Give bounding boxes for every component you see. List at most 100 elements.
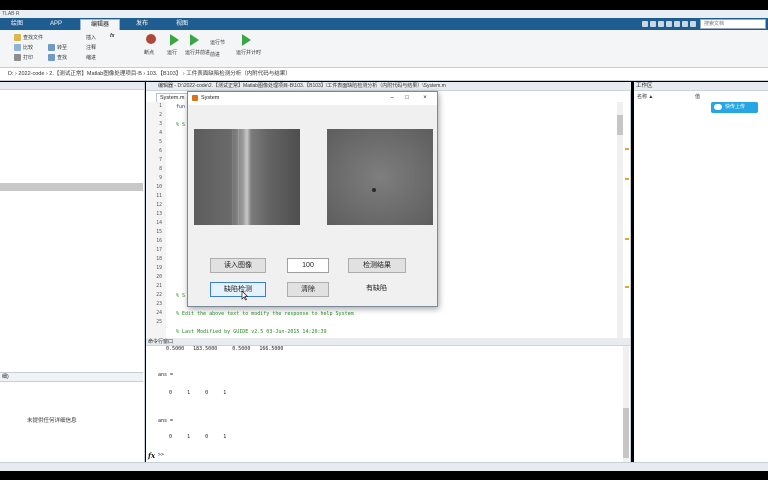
current-folder-panel: 细) 未提供任何详细信息 <box>0 82 145 462</box>
output-line: 0 1 0 1 <box>154 390 227 396</box>
breakpoints-button[interactable]: 断点 <box>144 49 154 56</box>
compare-icon <box>14 44 21 51</box>
line-number: 16 <box>156 239 162 244</box>
original-image-axes <box>194 129 300 225</box>
line-number: 13 <box>156 212 162 217</box>
breakpoints-icon <box>146 34 156 44</box>
find-files-icon <box>14 34 21 41</box>
cloud-icon <box>714 104 722 110</box>
command-scroll-thumb[interactable] <box>623 408 629 458</box>
output-line: 0.5000 183.5000 0.5000 166.5000 <box>154 346 284 352</box>
advance-button[interactable]: 前进 <box>210 51 220 58</box>
result-image <box>327 129 433 225</box>
detection-result-button[interactable]: 检测结果 <box>348 258 406 273</box>
line-number: 14 <box>156 221 162 226</box>
line-number-gutter: 1 2 3 4 5 6 7 8 9 10 11 12 13 14 15 16 1… <box>146 102 166 338</box>
paste-icon[interactable] <box>666 21 672 27</box>
cut-icon[interactable] <box>650 21 656 27</box>
current-folder-bar[interactable]: D: › 2022-code › 2.【测试正常】Matlab图像处理项目-B … <box>0 68 768 81</box>
code-line: fun <box>176 104 186 110</box>
print-button[interactable]: 打印 <box>23 54 33 61</box>
minimize-icon[interactable]: – <box>387 94 397 103</box>
analyzer-mark[interactable] <box>625 238 629 240</box>
command-prompt[interactable]: >> <box>158 452 164 458</box>
find-icon <box>48 54 55 61</box>
code-line: % S <box>176 293 186 299</box>
run-advance-button[interactable]: 运行并前进 <box>185 49 210 56</box>
defect-detection-button[interactable]: 缺陷检测 <box>210 282 266 297</box>
line-number: 2 <box>159 113 162 118</box>
output-line: ans = <box>158 372 174 378</box>
search-documentation-input[interactable]: 搜索文档 <box>700 19 766 29</box>
details-header[interactable]: 细) <box>0 372 143 382</box>
line-number: 12 <box>156 203 162 208</box>
details-note: 未提供任何详细信息 <box>27 418 77 424</box>
insert-button[interactable]: 插入 <box>86 34 96 41</box>
line-number: 22 <box>156 293 162 298</box>
line-number: 9 <box>159 176 162 181</box>
quick-upload-button[interactable]: 快传上传 <box>711 102 758 113</box>
undo-icon[interactable] <box>674 21 680 27</box>
tab-plots[interactable]: 绘图 <box>2 19 32 30</box>
find-files-button[interactable]: 查找文件 <box>23 34 43 41</box>
tab-editor[interactable]: 编辑器 <box>80 19 120 30</box>
analyzer-mark[interactable] <box>625 148 629 150</box>
system-gui-window: System – □ × 读入图像 100 检测结果 缺陷检测 清除 有缺陷 <box>187 91 438 307</box>
indent-button[interactable]: 缩进 <box>86 54 96 61</box>
line-number: 25 <box>156 320 162 325</box>
original-image <box>194 129 300 225</box>
run-section-button[interactable]: 运行节 <box>210 39 225 46</box>
folder-header <box>0 82 144 90</box>
redo-icon[interactable] <box>682 21 688 27</box>
fx-icon[interactable]: fx <box>110 33 114 39</box>
workspace-col-value[interactable]: 值 <box>695 93 700 100</box>
compare-button[interactable]: 比较 <box>23 44 33 51</box>
line-number: 23 <box>156 302 162 307</box>
tab-view[interactable]: 视图 <box>164 19 200 30</box>
workspace-col-name[interactable]: 名称 ▲ <box>637 93 653 100</box>
editor-scroll-thumb[interactable] <box>617 115 623 135</box>
result-text: 有缺陷 <box>366 285 387 292</box>
output-line: ans = <box>158 418 174 424</box>
comment-button[interactable]: 注释 <box>86 44 96 51</box>
maximize-icon[interactable]: □ <box>402 94 412 103</box>
run-icon <box>170 34 179 46</box>
result-image-axes <box>327 129 433 225</box>
threshold-input[interactable]: 100 <box>287 258 329 273</box>
dialog-title: System <box>188 92 437 105</box>
save-icon[interactable] <box>642 21 648 27</box>
print-icon <box>14 54 21 61</box>
clear-button[interactable]: 清除 <box>287 282 329 297</box>
run-time-icon <box>242 34 251 46</box>
run-button[interactable]: 运行 <box>167 49 177 56</box>
tab-publish[interactable]: 发布 <box>124 19 160 30</box>
workspace-title: 工作区 <box>634 82 768 91</box>
line-number: 17 <box>156 248 162 253</box>
editor-scrollbar[interactable] <box>617 102 623 338</box>
analyzer-mark[interactable] <box>625 178 629 180</box>
line-number: 5 <box>159 140 162 145</box>
line-number: 7 <box>159 158 162 163</box>
line-number: 4 <box>159 131 162 136</box>
find-button[interactable]: 查找 <box>57 54 67 61</box>
mouse-cursor-icon <box>241 291 249 301</box>
run-advance-icon <box>190 34 199 46</box>
close-icon[interactable]: × <box>420 94 430 103</box>
line-number: 20 <box>156 275 162 280</box>
command-window-title: 命令行窗口 <box>146 338 630 346</box>
analyzer-mark[interactable] <box>625 286 629 288</box>
run-time-button[interactable]: 运行并计时 <box>236 49 261 56</box>
read-image-button[interactable]: 读入图像 <box>210 258 266 273</box>
command-window[interactable]: 命令行窗口 0.5000 183.5000 0.5000 166.5000 an… <box>146 338 631 462</box>
status-bar <box>0 462 768 471</box>
line-number: 24 <box>156 311 162 316</box>
editor-title: 编辑器 - D:\2022-code\2.【测试正常】Matlab图像处理项目-… <box>146 82 631 91</box>
line-number: 10 <box>156 185 162 190</box>
goto-icon <box>48 44 55 51</box>
help-icon[interactable] <box>690 21 696 27</box>
matlab-figure-icon <box>192 95 198 101</box>
copy-icon[interactable] <box>658 21 664 27</box>
selected-file-row[interactable] <box>0 183 143 191</box>
goto-button[interactable]: 转至 <box>57 44 67 51</box>
tab-apps[interactable]: APP <box>38 19 74 30</box>
